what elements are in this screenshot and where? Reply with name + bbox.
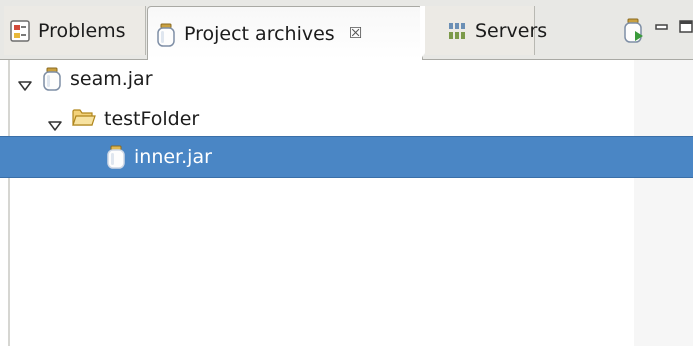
maximize-icon[interactable] — [679, 18, 693, 37]
project-archives-view: Problems Project archives ☒ Servers seam… — [0, 0, 693, 346]
problems-icon — [10, 19, 30, 42]
tree-node-seam-jar[interactable]: seam.jar — [0, 60, 693, 98]
expanded-twisty-icon[interactable] — [48, 114, 62, 131]
tree-node-inner-jar[interactable]: inner.jar — [0, 136, 693, 178]
tab-servers[interactable]: Servers — [425, 6, 547, 55]
tree-node-label: seam.jar — [70, 68, 153, 90]
close-icon[interactable]: ☒ — [349, 26, 362, 41]
tab-bar: Problems Project archives ☒ Servers — [0, 0, 693, 60]
tab-problems-label: Problems — [38, 19, 126, 42]
jar-icon — [106, 145, 126, 169]
folder-icon — [72, 107, 96, 131]
jar-icon — [156, 23, 176, 47]
view-toolbar — [613, 18, 693, 48]
new-archive-icon[interactable] — [623, 18, 645, 48]
tab-project-archives-label: Project archives — [184, 22, 335, 45]
tree-node-test-folder[interactable]: testFolder — [0, 100, 693, 138]
jar-icon — [42, 67, 62, 91]
servers-icon — [447, 20, 467, 42]
expanded-twisty-icon[interactable] — [18, 74, 32, 91]
tab-project-archives[interactable]: Project archives ☒ — [147, 6, 460, 60]
tree-node-label: testFolder — [104, 108, 200, 130]
tab-problems[interactable]: Problems — [4, 6, 146, 55]
tree-node-label: inner.jar — [134, 146, 212, 168]
tab-servers-label: Servers — [475, 19, 548, 42]
minimize-icon[interactable] — [655, 18, 669, 37]
